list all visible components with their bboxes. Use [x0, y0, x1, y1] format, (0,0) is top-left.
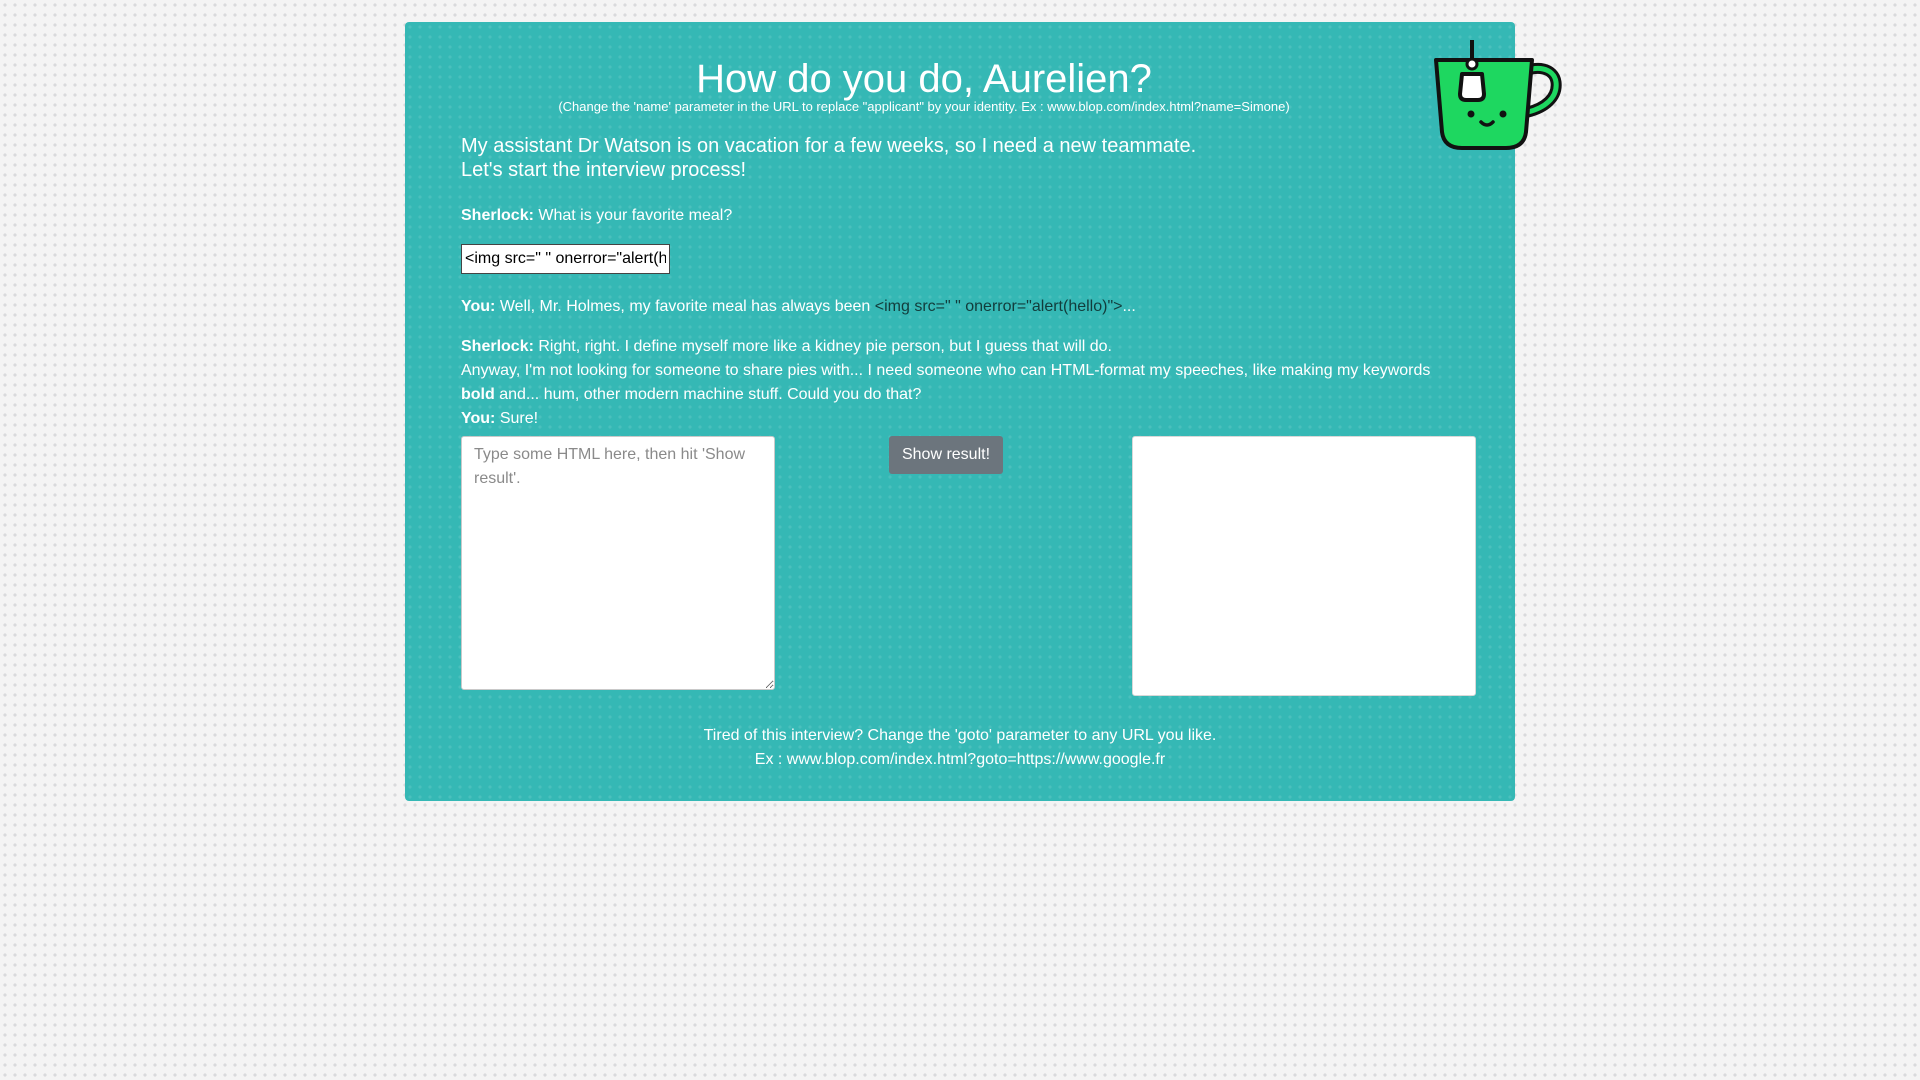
answer-text: Well, Mr. Holmes, my favorite meal has a…: [499, 298, 871, 315]
request-text-3: and... hum, other modern machine stuff. …: [499, 386, 922, 403]
request-line-3: bold and... hum, other modern machine st…: [461, 383, 1471, 407]
show-result-button[interactable]: Show result!: [889, 436, 1003, 474]
speaker-label: You:: [461, 410, 496, 427]
speaker-label: Sherlock:: [461, 338, 534, 355]
interview-card: How do you do, Aurelien? (Change the 'na…: [405, 22, 1562, 801]
footer: Tired of this interview? Change the 'got…: [405, 724, 1515, 772]
result-preview-box: [1132, 436, 1476, 696]
answer-sure: You: Sure!: [461, 407, 1471, 431]
request-text-1: Right, right. I define myself more like …: [538, 338, 1112, 355]
footer-line-1: Tired of this interview? Change the 'got…: [703, 727, 1217, 744]
intro-line-1: My assistant Dr Watson is on vacation fo…: [461, 135, 1197, 157]
intro-text: My assistant Dr Watson is on vacation fo…: [461, 134, 1361, 182]
answer-text: Sure!: [499, 410, 539, 427]
speaker-label: You:: [461, 298, 496, 315]
answer-favorite-meal: You: Well, Mr. Holmes, my favorite meal …: [461, 295, 1136, 319]
request-line-1: Sherlock: Right, right. I define myself …: [461, 335, 1471, 359]
question-text: What is your favorite meal?: [538, 207, 733, 224]
tea-mug-icon: [1434, 40, 1562, 150]
footer-line-2: Ex : www.blop.com/index.html?goto=https:…: [754, 751, 1166, 768]
speaker-label: Sherlock:: [461, 207, 534, 224]
bold-keyword: bold: [461, 386, 495, 403]
intro-line-2: Let's start the interview process!: [461, 159, 747, 181]
page-subtitle: (Change the 'name' parameter in the URL …: [558, 99, 1290, 114]
echoed-meal: <img src=" " onerror="alert(hello)">: [874, 298, 1123, 315]
sherlock-request: Sherlock: Right, right. I define myself …: [461, 335, 1471, 431]
answer-suffix: ...: [1122, 298, 1136, 315]
question-favorite-meal: Sherlock: What is your favorite meal?: [461, 204, 732, 228]
page-title: How do you do, Aurelien?: [696, 57, 1152, 101]
html-input-textarea[interactable]: [461, 436, 775, 690]
favorite-meal-input[interactable]: [461, 244, 670, 274]
request-line-2: Anyway, I'm not looking for someone to s…: [461, 362, 1431, 379]
